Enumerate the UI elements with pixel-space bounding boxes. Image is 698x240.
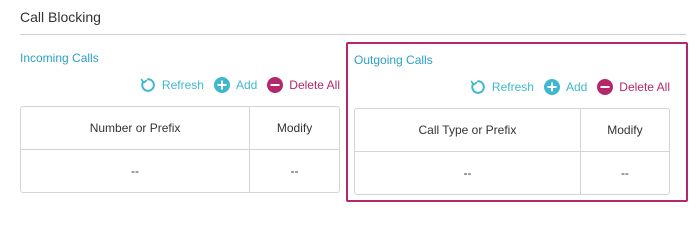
column-header: Call Type or Prefix xyxy=(355,109,581,152)
incoming-calls-title: Incoming Calls xyxy=(20,51,99,65)
table-cell: -- xyxy=(21,150,251,192)
outgoing-toolbar: Refresh Add Delete All xyxy=(460,79,670,95)
incoming-add-label: Add xyxy=(235,78,258,92)
minus-circle-icon xyxy=(267,77,284,93)
table-header-row: Number or Prefix Modify xyxy=(21,107,339,150)
outgoing-add-button[interactable]: Add xyxy=(543,79,588,95)
refresh-icon xyxy=(470,80,485,94)
outgoing-refresh-label: Refresh xyxy=(491,80,534,94)
column-header: Modify xyxy=(250,107,339,150)
outgoing-calls-title: Outgoing Calls xyxy=(354,53,433,67)
incoming-toolbar: Refresh Add Delete All xyxy=(130,77,340,93)
table-cell: -- xyxy=(355,152,581,194)
table-cell: -- xyxy=(290,164,299,178)
column-header: Modify xyxy=(580,109,669,152)
outgoing-add-label: Add xyxy=(565,80,588,94)
column-header: Number or Prefix xyxy=(21,107,251,150)
table-row: -- -- xyxy=(355,152,669,194)
outgoing-calls-table: Call Type or Prefix Modify -- -- xyxy=(354,108,670,195)
refresh-icon xyxy=(140,78,155,92)
incoming-add-button[interactable]: Add xyxy=(213,77,258,93)
table-row: -- -- xyxy=(21,150,339,192)
table-cell: -- xyxy=(620,166,629,180)
incoming-delete-all-button[interactable]: Delete All xyxy=(267,77,340,93)
incoming-refresh-button[interactable]: Refresh xyxy=(140,77,204,93)
outgoing-calls-panel: Outgoing Calls Refresh Add Delete All Ca… xyxy=(346,42,688,202)
section-divider xyxy=(20,34,686,35)
incoming-delete-all-label: Delete All xyxy=(289,78,340,92)
outgoing-delete-all-label: Delete All xyxy=(619,80,670,94)
call-blocking-page: Call Blocking Incoming Calls Refresh Add xyxy=(0,0,698,216)
section-title: Call Blocking xyxy=(20,9,101,25)
table-header-row: Call Type or Prefix Modify xyxy=(355,109,669,152)
incoming-calls-table: Number or Prefix Modify -- -- xyxy=(20,106,340,193)
minus-circle-icon xyxy=(597,79,614,95)
plus-circle-icon xyxy=(543,79,560,95)
incoming-refresh-label: Refresh xyxy=(161,78,204,92)
outgoing-refresh-button[interactable]: Refresh xyxy=(470,79,534,95)
plus-circle-icon xyxy=(213,77,230,93)
outgoing-delete-all-button[interactable]: Delete All xyxy=(597,79,670,95)
